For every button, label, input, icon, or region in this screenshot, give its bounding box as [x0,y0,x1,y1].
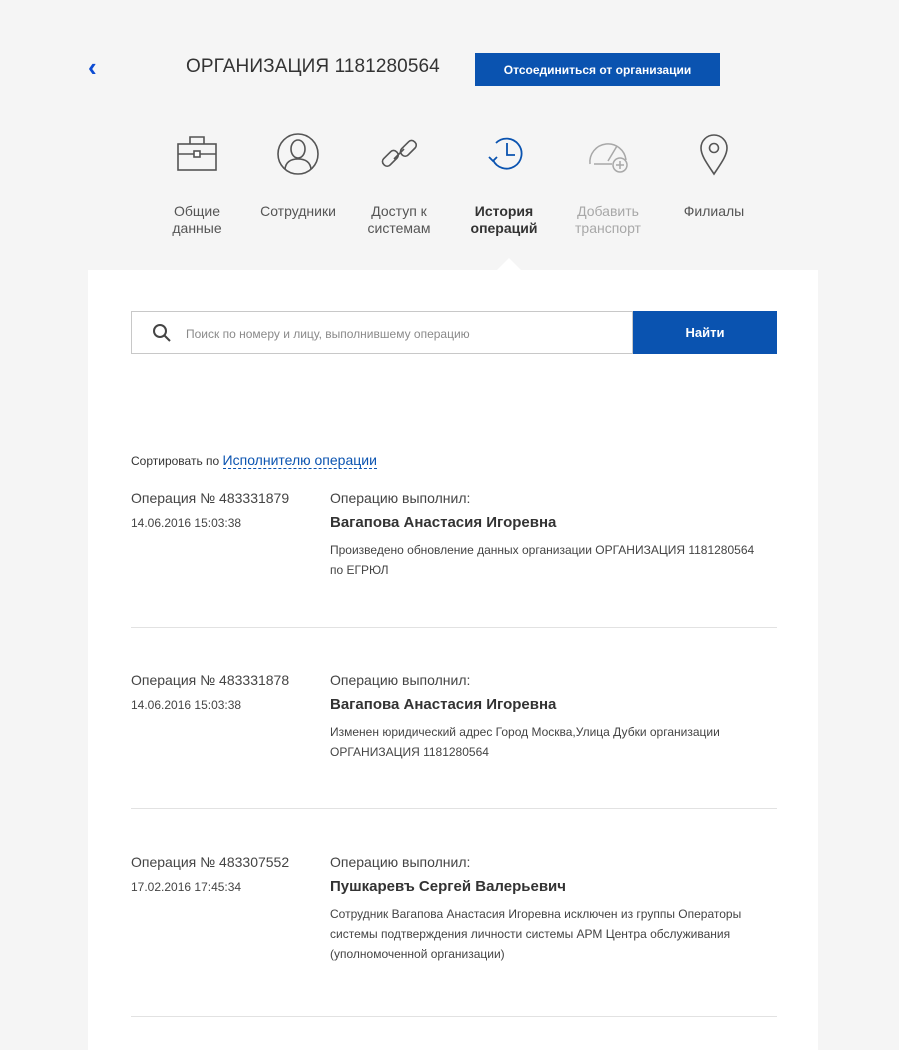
speedometer-add-icon [589,143,628,173]
back-chevron-icon[interactable]: ‹ [88,54,104,80]
tab-label: Общие данные [172,203,222,236]
history-icon [488,137,523,170]
find-button[interactable]: Найти [633,311,777,354]
sort-prefix: Сортировать по [131,454,220,468]
tab-label: Добавить транспорт [575,203,641,236]
link-icon [381,139,418,168]
page-header: ‹ ОРГАНИЗАЦИЯ 1181280564 Отсоединиться о… [0,0,899,120]
sort-by-performer-link[interactable]: Исполнителю операции [222,452,377,469]
performed-by-label: Операцию выполнил: [330,490,471,506]
tab-branches[interactable]: Филиалы [664,130,764,220]
performed-by-label: Операцию выполнил: [330,672,471,688]
tab-operations-history[interactable]: История операций [454,130,554,237]
operation-number: Операция № 483331879 [131,490,290,506]
performer-name: Вагапова Анастасия Игоревна [330,514,557,531]
person-icon [277,133,319,175]
tab-label: Доступ к системам [367,203,431,236]
disconnect-organization-button[interactable]: Отсоединиться от организации [475,53,720,86]
active-tab-pointer [497,258,521,270]
search-icon [153,324,171,342]
page-title: ОРГАНИЗАЦИЯ 1181280564 [186,56,440,77]
tab-label: История операций [470,203,538,236]
performer-name: Вагапова Анастасия Игоревна [330,696,557,713]
search-box [131,311,633,355]
sort-control: Сортировать по Исполнителю операции [131,452,377,469]
operation-datetime: 14.06.2016 15:03:38 [131,516,242,530]
search-input[interactable] [184,312,628,355]
operation-number: Операция № 483331878 [131,672,290,688]
performed-by-label: Операцию выполнил: [330,854,471,870]
section-tabs: Общие данные Сотрудники Доступ к система… [0,130,899,270]
location-pin-icon [700,134,728,176]
operation-description: Произведено обновление данных организаци… [330,543,755,577]
divider [131,1016,777,1017]
tab-add-transport: Добавить транспорт [558,130,658,237]
divider [131,627,777,628]
divider [131,808,777,809]
operation-number: Операция № 483307552 [131,854,290,870]
tab-label: Филиалы [683,203,745,219]
operation-description: Изменен юридический адрес Город Москва,У… [330,725,720,759]
operation-datetime: 17.02.2016 17:45:34 [131,880,242,894]
performer-name: Пушкаревъ Сергей Валерьевич [330,878,566,895]
tab-label: Сотрудники [260,203,336,219]
tab-system-access[interactable]: Доступ к системам [349,130,449,237]
operation-description: Сотрудник Вагапова Анастасия Игоревна ис… [330,907,742,961]
tab-general-data[interactable]: Общие данные [147,130,247,237]
operation-datetime: 14.06.2016 15:03:38 [131,698,242,712]
tab-employees[interactable]: Сотрудники [248,130,348,220]
briefcase-icon [177,136,217,171]
